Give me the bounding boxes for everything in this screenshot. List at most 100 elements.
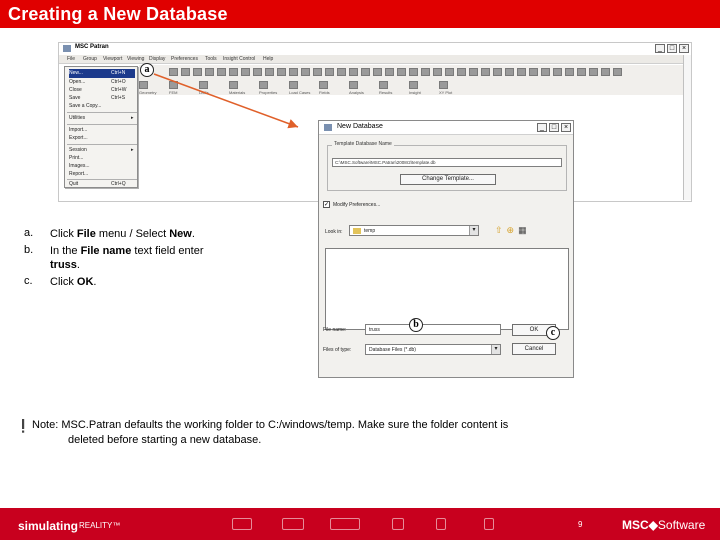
toolbar-icon[interactable]	[457, 68, 466, 76]
app-lbcs-label[interactable]: LBCs	[199, 90, 209, 95]
menu-file[interactable]: File	[67, 56, 75, 62]
toolbar-icon[interactable]	[229, 68, 238, 76]
files-of-type-combo[interactable]: Database Files (*.db) ▾	[365, 344, 501, 355]
menu-help[interactable]: Help	[263, 56, 273, 62]
toolbar-icon[interactable]	[301, 68, 310, 76]
menu-group[interactable]: Group	[83, 56, 97, 62]
app-switch-icon[interactable]	[349, 81, 358, 89]
step-letter: c.	[24, 275, 33, 287]
menu-viewing[interactable]: Viewing	[127, 56, 144, 62]
template-path-field[interactable]: C:\MSC.Software\MSC.Patran\2008r2\templa…	[332, 158, 562, 167]
menu-tools[interactable]: Tools	[205, 56, 217, 62]
toolbar-icon[interactable]	[505, 68, 514, 76]
menu-item-label: New...	[69, 70, 83, 76]
new-folder-icon[interactable]: ⊕	[507, 226, 515, 235]
toolbar-icon[interactable]	[193, 68, 202, 76]
minimize-button[interactable]: _	[655, 44, 665, 53]
toolbar-icon[interactable]	[493, 68, 502, 76]
toolbar-icon[interactable]	[337, 68, 346, 76]
app-xy-plot-label[interactable]: XY Plot	[439, 90, 452, 95]
toolbar-icon[interactable]	[517, 68, 526, 76]
toolbar-icon[interactable]	[241, 68, 250, 76]
toolbar-icon[interactable]	[469, 68, 478, 76]
toolbar-icon[interactable]	[217, 68, 226, 76]
details-view-icon[interactable]: ▦	[518, 226, 527, 235]
app-switch-icon[interactable]	[139, 81, 148, 89]
toolbar-icon[interactable]	[253, 68, 262, 76]
toolbar-icon[interactable]	[385, 68, 394, 76]
toolbar-icon[interactable]	[325, 68, 334, 76]
file-menu-item-report[interactable]: Report...	[69, 170, 135, 179]
toolbar-icon[interactable]	[601, 68, 610, 76]
app-fields-label[interactable]: Fields	[319, 90, 330, 95]
app-switch-icon[interactable]	[259, 81, 268, 89]
toolbar-icon[interactable]	[433, 68, 442, 76]
app-switch-icon[interactable]	[379, 81, 388, 89]
app-switch-icon[interactable]	[409, 81, 418, 89]
app-switch-icon[interactable]	[199, 81, 208, 89]
toolbar-icon[interactable]	[613, 68, 622, 76]
toolbar-icon[interactable]	[313, 68, 322, 76]
app-switch-icon[interactable]	[289, 81, 298, 89]
app-load-cases-label[interactable]: Load Cases	[289, 90, 310, 95]
toolbar-icon[interactable]	[553, 68, 562, 76]
toolbar-icon[interactable]	[349, 68, 358, 76]
toolbar-icon[interactable]	[529, 68, 538, 76]
toolbar-icon[interactable]	[277, 68, 286, 76]
menu-preferences[interactable]: Preferences	[171, 56, 198, 62]
toolbar-icon[interactable]	[565, 68, 574, 76]
app-materials-label[interactable]: Materials	[229, 90, 245, 95]
app-geometry-label[interactable]: Geometry	[139, 90, 157, 95]
toolbar-icon[interactable]	[373, 68, 382, 76]
app-switch-icon[interactable]	[229, 81, 238, 89]
app-switch-icon[interactable]	[439, 81, 448, 89]
cancel-button[interactable]: Cancel	[512, 343, 556, 355]
chevron-down-icon[interactable]: ▾	[491, 345, 500, 354]
app-switch-icon[interactable]	[319, 81, 328, 89]
look-in-combo[interactable]: temp ▾	[349, 225, 479, 236]
toolbar-icon[interactable]	[169, 68, 178, 76]
close-button[interactable]: ×	[561, 123, 571, 132]
app-analysis-label[interactable]: Analysis	[349, 90, 364, 95]
menu-insight-control[interactable]: Insight Control	[223, 56, 255, 62]
toolbar-icon[interactable]	[361, 68, 370, 76]
file-menu-item-export[interactable]: Export...	[69, 134, 135, 143]
toolbar-icon[interactable]	[409, 68, 418, 76]
app-fem-label[interactable]: FEM	[169, 90, 177, 95]
app-results-label[interactable]: Results	[379, 90, 392, 95]
chevron-down-icon[interactable]: ▾	[469, 226, 478, 235]
change-template-button[interactable]: Change Template...	[400, 174, 496, 185]
file-menu-item-quit[interactable]: Quit Ctrl+Q	[69, 180, 135, 189]
toolbar-icon[interactable]	[421, 68, 430, 76]
modify-preferences-checkbox[interactable]: ✓	[323, 201, 330, 208]
app-insight-label[interactable]: Insight	[409, 90, 421, 95]
file-list[interactable]	[325, 248, 569, 330]
exclamation-icon	[22, 419, 25, 433]
toolbar-icon[interactable]	[589, 68, 598, 76]
toolbar-icon[interactable]	[481, 68, 490, 76]
file-menu-item-save-copy[interactable]: Save a Copy...	[69, 102, 135, 111]
toolbar-icon[interactable]	[541, 68, 550, 76]
toolbar-icon[interactable]	[289, 68, 298, 76]
maximize-button[interactable]: □	[549, 123, 559, 132]
toolbar-icon[interactable]	[205, 68, 214, 76]
toolbar-icon[interactable]	[445, 68, 454, 76]
toolbar-icon[interactable]	[577, 68, 586, 76]
toolbar-icon[interactable]	[397, 68, 406, 76]
app-switch-icon[interactable]	[169, 81, 178, 89]
maximize-button[interactable]: □	[667, 44, 677, 53]
patran-scrollbar[interactable]	[683, 55, 691, 200]
file-name-input[interactable]: truss	[365, 324, 501, 335]
menu-display[interactable]: Display	[149, 56, 165, 62]
slide-footer: simulating REALITY™ 9 MSC◆Software	[0, 508, 720, 540]
file-menu-item-utilities[interactable]: Utilities ▸	[69, 114, 135, 123]
file-menu-item-new[interactable]: New... Ctrl+N	[69, 69, 135, 78]
menu-viewport[interactable]: Viewport	[103, 56, 122, 62]
close-button[interactable]: ×	[679, 44, 689, 53]
note-text: Note: MSC.Patran defaults the working fo…	[32, 418, 592, 448]
minimize-button[interactable]: _	[537, 123, 547, 132]
toolbar-icon[interactable]	[265, 68, 274, 76]
up-folder-icon[interactable]: ⇧	[495, 226, 503, 235]
toolbar-icon[interactable]	[181, 68, 190, 76]
app-properties-label[interactable]: Properties	[259, 90, 277, 95]
